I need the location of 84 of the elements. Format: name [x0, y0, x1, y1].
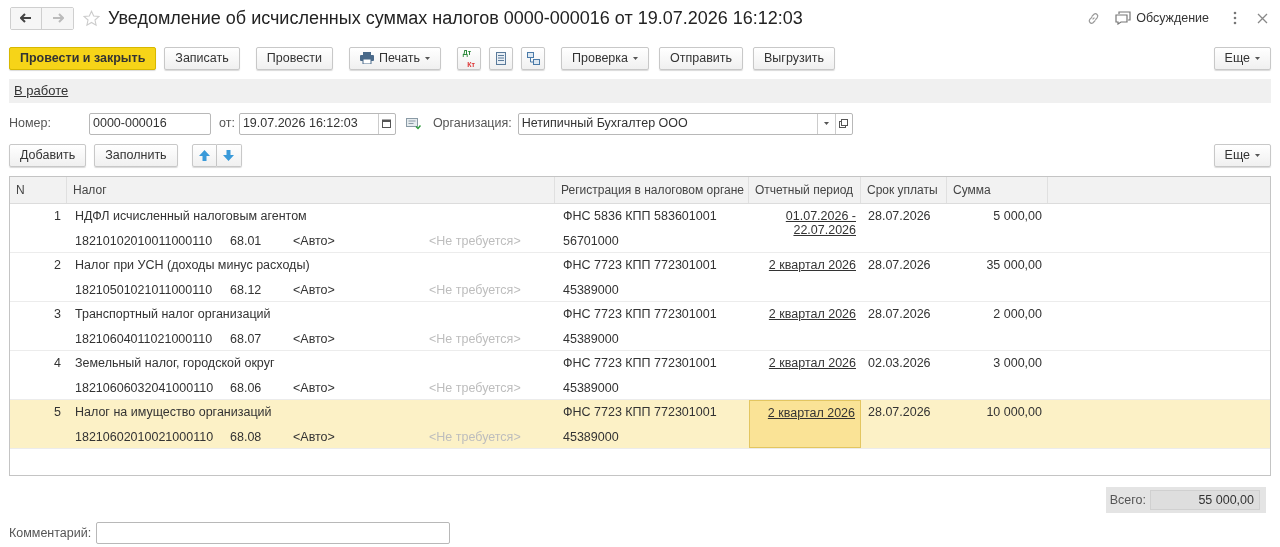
total-field: 55 000,00 — [1150, 490, 1260, 510]
table-cell-text: 56701000 — [563, 234, 620, 248]
more-button[interactable]: Еще — [1213, 46, 1271, 70]
status-link[interactable]: В работе — [14, 81, 69, 101]
table-row[interactable]: 5 Налог на имущество организаций 18210602010021000110 68.08 <Авто> <Не требуется> ФНС 7723 КПП 772301001 45389000 2 квартал 2026 28.07.2026 10 000,00 — [10, 400, 1270, 449]
table-cell-text: 18210604011021000110 — [75, 332, 214, 346]
fill-button[interactable]: Заполнить — [94, 143, 178, 167]
table-cell-text: ФНС 7723 КПП 772301001 — [563, 258, 718, 274]
table-cell: 28.07.2026 — [868, 209, 931, 223]
table-cell-text: <Авто> — [293, 430, 336, 444]
table-cell: 5 000,00 — [993, 209, 1042, 223]
table-cell: 2 — [54, 258, 61, 272]
period-link[interactable]: 2 квартал 2026 — [758, 356, 856, 370]
print-button[interactable]: Печать — [349, 46, 441, 70]
period-link[interactable]: 2 квартал 2026 — [758, 258, 856, 272]
table-cell-text: НДФЛ исчисленный налоговым агентом — [75, 209, 308, 225]
table-cell-text: ФНС 7723 КПП 772301001 — [563, 307, 718, 323]
table-cell-text: 68.06 — [230, 381, 263, 395]
total-label: Всего: — [1109, 491, 1146, 509]
table-cell-text: 68.07 — [230, 332, 263, 346]
table-cell-text: 45389000 — [563, 283, 620, 297]
table-cell-text: <Не требуется> — [429, 234, 522, 248]
table-cell: 28.07.2026 — [868, 307, 931, 321]
table-cell-text: 45389000 — [563, 430, 620, 444]
table-cell: 2 000,00 — [993, 307, 1042, 321]
field-label: Номер: — [9, 115, 52, 133]
table-cell-text: <Не требуется> — [429, 283, 522, 297]
column-header[interactable]: Сумма — [947, 177, 1048, 203]
table-cell: 28.07.2026 — [868, 405, 931, 419]
add-button[interactable]: Добавить — [9, 143, 87, 167]
table-cell-text: 45389000 — [563, 332, 620, 346]
column-header[interactable]: N — [10, 177, 67, 203]
column-header[interactable]: Срок уплаты — [861, 177, 947, 203]
number-field[interactable]: 0000-000016 — [89, 112, 211, 135]
field-label: Комментарий: — [9, 524, 92, 542]
table-cell: 02.03.2026 — [868, 356, 931, 370]
table-cell-text: <Не требуется> — [429, 332, 522, 346]
table-cell: 1 — [54, 209, 61, 223]
organization-field[interactable]: Нетипичный Бухгалтер ООО — [517, 112, 853, 135]
check-menu-button[interactable]: Проверка — [561, 46, 649, 70]
table-cell-text: ФНС 5836 КПП 583601001 — [563, 209, 718, 225]
table-cell-text: Земельный налог, городской округ — [75, 356, 276, 372]
table-cell: 3 000,00 — [993, 356, 1042, 370]
table-cell: 35 000,00 — [986, 258, 1042, 272]
date-field[interactable]: 19.07.2026 16:12:03 — [238, 112, 396, 135]
column-header[interactable]: Регистрация в налоговом органе — [555, 177, 749, 203]
table-cell: 10 000,00 — [986, 405, 1042, 419]
table-cell-text: <Авто> — [293, 381, 336, 395]
table-cell-text: Налог при УСН (доходы минус расходы) — [75, 258, 311, 274]
more-button[interactable]: Еще — [1213, 143, 1271, 167]
window-title: Уведомление об исчисленных суммах налогов 0000-000016 от 19.07.2026 16:12:03 — [108, 6, 803, 30]
discussion-button[interactable]: Обсуждение — [1115, 8, 1209, 28]
table-cell-text: 18210501021011000110 — [75, 283, 214, 297]
table-cell-text: 68.08 — [230, 430, 263, 444]
table-cell: 3 — [54, 307, 61, 321]
table-cell-text: 18210606032041000110 — [75, 381, 215, 395]
column-header[interactable]: Отчетный период — [749, 177, 861, 203]
table-cell-text: Налог на имущество организаций — [75, 405, 273, 421]
table-cell: 4 — [54, 356, 61, 370]
period-link[interactable]: 01.07.2026 - 22.07.2026 — [758, 209, 856, 237]
period-link[interactable]: 2 квартал 2026 — [758, 307, 856, 321]
post-and-close-button[interactable]: Провести и закрыть — [9, 46, 157, 70]
table-cell-text: <Авто> — [293, 283, 336, 297]
toolbar-button[interactable]: Выгрузить — [753, 46, 835, 70]
table-cell-text: 45389000 — [563, 381, 620, 395]
field-label: Организация: — [432, 115, 512, 133]
toolbar-button[interactable]: Провести — [255, 46, 334, 70]
field-label: от: — [219, 115, 235, 133]
table-cell-text: 68.12 — [230, 283, 263, 297]
toolbar-button[interactable]: Отправить — [659, 46, 743, 70]
column-header[interactable]: Налог — [67, 177, 555, 203]
table-cell-text: <Авто> — [293, 332, 336, 346]
table-cell-text: 18210102010011000110 — [75, 234, 214, 248]
table-cell-text: Транспортный налог организаций — [75, 307, 272, 323]
table-cell-text: 18210602010021000110 — [75, 430, 215, 444]
table-cell: 5 — [54, 405, 61, 419]
toolbar-button[interactable]: Записать — [164, 46, 240, 70]
table-cell: 28.07.2026 — [868, 258, 931, 272]
table-cell-text: <Не требуется> — [429, 381, 522, 395]
table-cell-text: 68.01 — [230, 234, 263, 248]
table-cell-text: ФНС 7723 КПП 772301001 — [563, 405, 718, 421]
table-cell-text: <Не требуется> — [429, 430, 522, 444]
table-cell-text: ФНС 7723 КПП 772301001 — [563, 356, 718, 372]
table-cell-text: <Авто> — [293, 234, 336, 248]
